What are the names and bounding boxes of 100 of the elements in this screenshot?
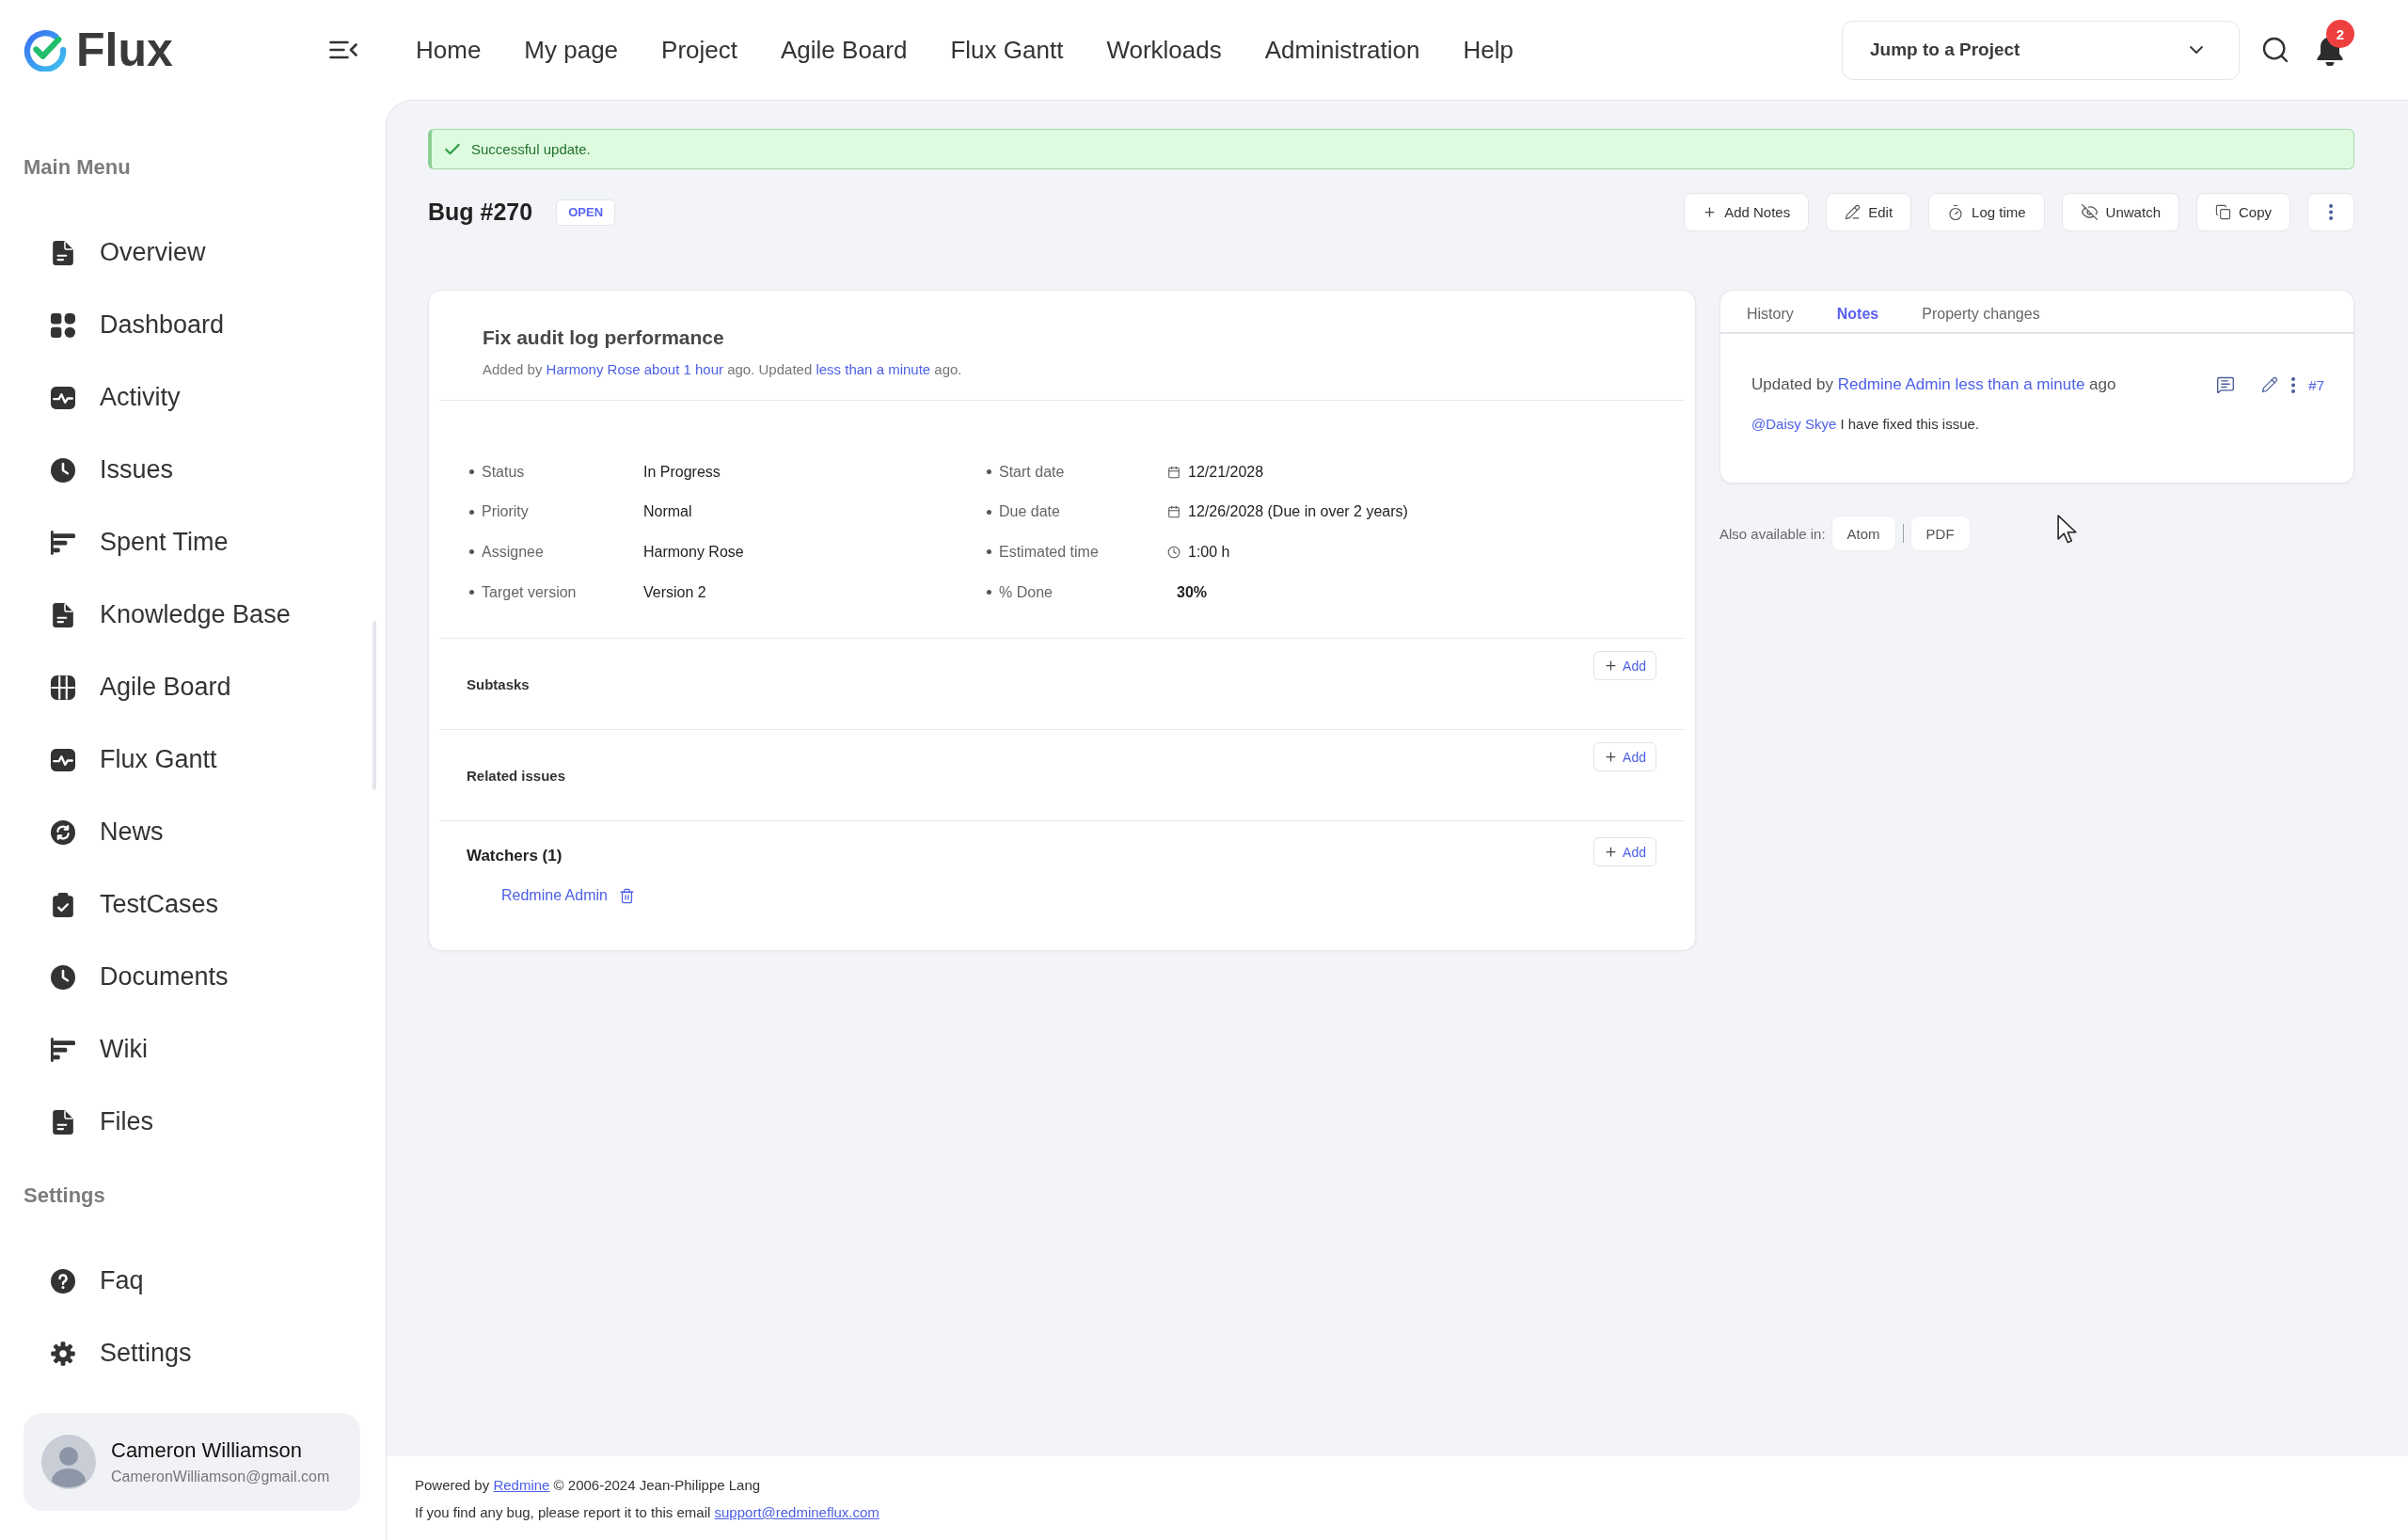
journal-byline: Updated by Redmine Admin less than a minute ago xyxy=(1751,374,2116,395)
pulse-icon xyxy=(50,748,75,771)
attribute-label: Priority xyxy=(482,503,530,521)
add-button[interactable]: Add xyxy=(1593,651,1656,680)
tab[interactable]: Notes xyxy=(1836,305,1879,324)
link[interactable]: Redmine xyxy=(493,1477,550,1493)
user-card[interactable]: Cameron Williamson CameronWilliamson@gmail.com xyxy=(24,1413,360,1511)
sidebar-item[interactable]: Overview xyxy=(0,216,217,289)
section-title: Subtasks xyxy=(467,675,530,692)
clock-icon xyxy=(1167,545,1180,559)
nav-link[interactable]: Flux Gantt xyxy=(950,35,1064,65)
sidebar-item[interactable]: TestCases xyxy=(0,868,230,941)
bars-icon xyxy=(50,530,75,555)
eye-off-icon xyxy=(2080,203,2099,221)
add-notes-button[interactable]: Add Notes xyxy=(1684,193,1810,231)
attribute-value: 12/21/2028 xyxy=(1188,463,1264,481)
add-button[interactable]: Add xyxy=(1593,742,1656,771)
link[interactable]: Harmony Rose about 1 hour xyxy=(546,361,723,377)
sidebar-item[interactable]: Files xyxy=(0,1086,165,1158)
more-icon xyxy=(2328,204,2334,220)
tab[interactable]: History xyxy=(1747,305,1794,324)
sidebar-item[interactable]: Knowledge Base xyxy=(0,579,302,651)
issue-title: Bug #270 xyxy=(428,198,533,226)
link[interactable]: Redmine Admin less than a minute xyxy=(1837,375,2085,393)
more-icon[interactable] xyxy=(2291,376,2296,393)
sidebar-item[interactable]: Documents xyxy=(0,941,240,1013)
attribute-value: In Progress xyxy=(643,463,721,481)
flash-text: Successful update. xyxy=(471,141,591,157)
bullet-icon xyxy=(469,509,474,515)
sidebar-item[interactable]: Flux Gantt xyxy=(0,723,229,796)
pencil-icon[interactable] xyxy=(2261,376,2279,394)
nav-link[interactable]: Agile Board xyxy=(781,35,908,65)
attribute-label: Due date xyxy=(999,503,1061,521)
stopwatch-icon xyxy=(1947,203,1965,221)
nav-link[interactable]: My page xyxy=(524,35,619,65)
issue-byline: Added by Harmony Rose about 1 hour ago. Updated less than a minute ago. xyxy=(483,360,962,379)
brand-name: Flux xyxy=(76,26,173,73)
avatar-icon xyxy=(41,1435,96,1489)
copy-icon xyxy=(2214,204,2231,220)
section-title: Watchers (1) xyxy=(467,846,562,865)
export-label: Also available in: xyxy=(1719,525,1826,542)
journal-number-link[interactable]: #7 xyxy=(2308,376,2324,393)
bullet-icon xyxy=(987,509,991,515)
export-link[interactable]: Atom xyxy=(1830,516,1896,552)
menu-collapse-icon[interactable] xyxy=(329,39,357,61)
project-dropdown[interactable]: Jump to a Project xyxy=(1842,20,2240,80)
nav-link[interactable]: Project xyxy=(661,35,737,65)
link[interactable]: less than a minute xyxy=(816,361,931,377)
watcher-link[interactable]: Redmine Admin xyxy=(501,887,608,904)
user-email: CameronWilliamson@gmail.com xyxy=(111,1469,330,1485)
bullet-icon xyxy=(469,549,474,555)
notification-count: 2 xyxy=(2326,20,2354,48)
pencil-icon xyxy=(1845,204,1861,220)
add-button[interactable]: Add xyxy=(1593,837,1656,866)
calendar-icon xyxy=(1167,505,1180,519)
edit-button[interactable]: Edit xyxy=(1826,193,1912,231)
search-icon[interactable] xyxy=(2260,35,2290,65)
sidebar-heading: Main Menu xyxy=(23,154,131,181)
sidebar-item[interactable]: News xyxy=(0,796,175,868)
sidebar-item[interactable]: Issues xyxy=(0,434,185,506)
sidebar-item[interactable]: Activity xyxy=(0,361,192,434)
comment-icon[interactable] xyxy=(2216,375,2236,395)
bullet-icon xyxy=(469,469,474,475)
tab[interactable]: Property changes xyxy=(1922,305,2040,324)
tiles-icon xyxy=(50,312,75,338)
copy-button[interactable]: Copy xyxy=(2195,193,2290,231)
bars-icon xyxy=(50,1037,75,1062)
plus-icon xyxy=(1604,659,1619,673)
clock-icon xyxy=(50,457,75,483)
plus-icon xyxy=(1604,845,1619,859)
attribute-label: Estimated time xyxy=(999,543,1100,561)
attribute-label: Status xyxy=(482,463,526,481)
attribute-label: Assignee xyxy=(482,543,545,561)
nav-link[interactable]: Administration xyxy=(1264,35,1420,65)
section-title: Related issues xyxy=(467,767,566,784)
log-time-button[interactable]: Log time xyxy=(1928,193,2045,231)
sidebar-item[interactable]: Wiki xyxy=(0,1013,159,1086)
clock-icon xyxy=(50,964,75,990)
nav-link[interactable]: Home xyxy=(416,35,482,65)
sidebar-heading: Settings xyxy=(23,1183,105,1209)
issue-subject: Fix audit log performance xyxy=(483,325,724,350)
sidebar-item[interactable]: Settings xyxy=(0,1317,203,1389)
nav-link[interactable]: Help xyxy=(1463,35,1513,65)
nav-link[interactable]: Workloads xyxy=(1106,35,1222,65)
link[interactable]: @Daisy Skye xyxy=(1751,415,1837,432)
sidebar-item[interactable]: Faq xyxy=(0,1245,155,1317)
export-link[interactable]: PDF xyxy=(1909,516,1971,552)
footer-text: If you find any bug, please report it to this email support@redmineflux.com xyxy=(415,1503,879,1522)
sidebar-item[interactable]: Agile Board xyxy=(0,651,243,723)
document-icon xyxy=(52,240,73,265)
attribute-label: Start date xyxy=(999,463,1066,481)
trash-icon[interactable] xyxy=(618,887,635,904)
sidebar-item[interactable]: Dashboard xyxy=(0,289,236,361)
plus-icon xyxy=(1703,205,1718,219)
unwatch-button[interactable]: Unwatch xyxy=(2061,193,2179,231)
document-icon xyxy=(52,1109,73,1135)
status-badge: OPEN xyxy=(556,198,615,226)
link[interactable]: support@redmineflux.com xyxy=(714,1504,879,1520)
pulse-icon xyxy=(50,386,75,409)
sidebar-item[interactable]: Spent Time xyxy=(0,506,240,579)
